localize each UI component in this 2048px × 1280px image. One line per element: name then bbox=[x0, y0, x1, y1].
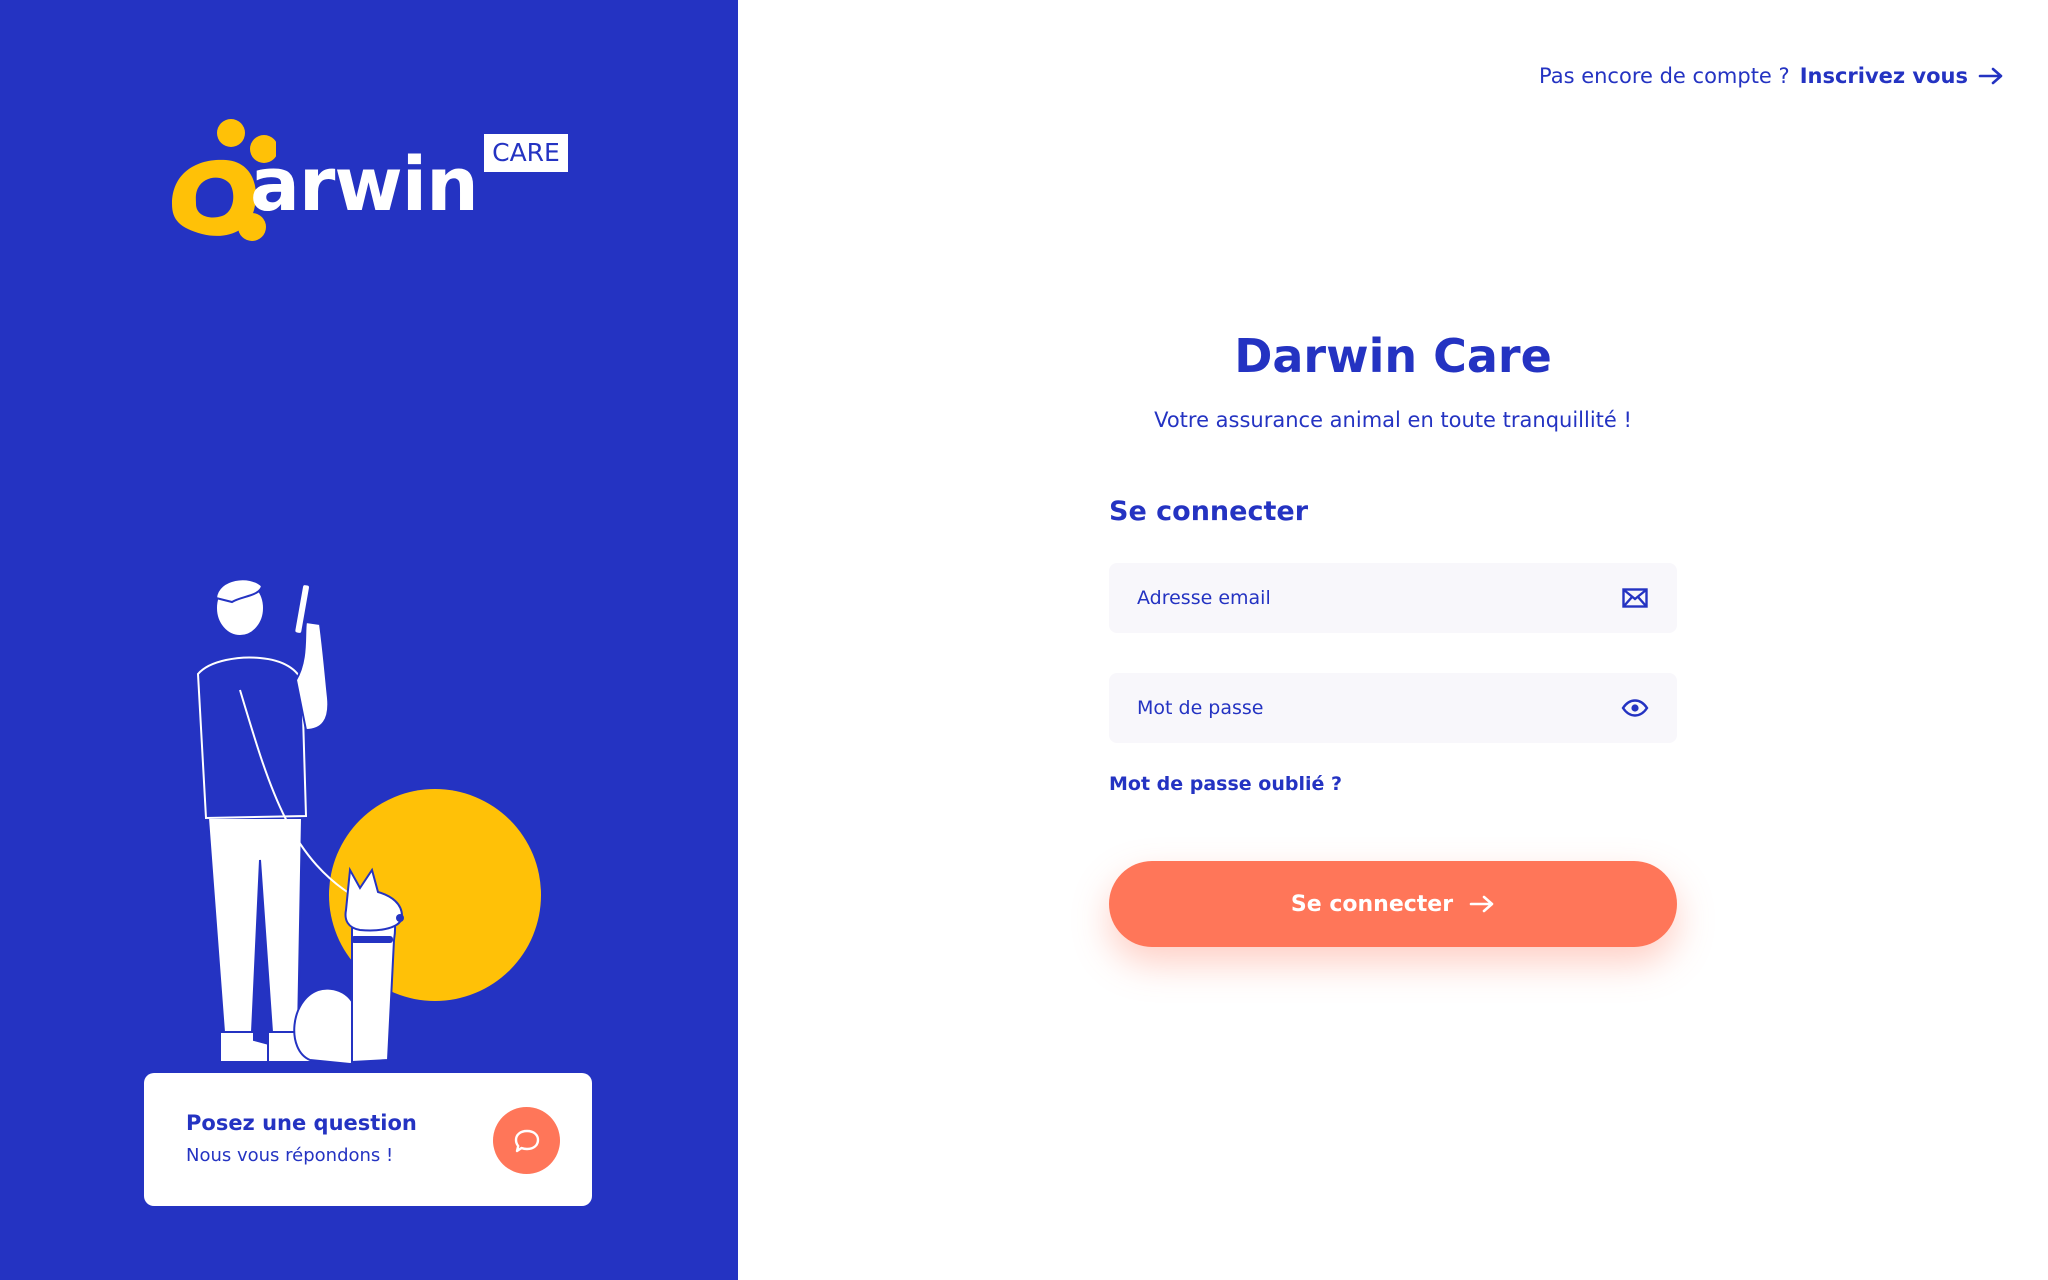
email-input[interactable] bbox=[1109, 563, 1677, 633]
signup-link[interactable]: Inscrivez vous bbox=[1800, 64, 2004, 88]
darwin-care-logo: arwin CARE bbox=[166, 116, 576, 246]
man-and-dog-illustration bbox=[180, 570, 560, 1080]
help-card-title: Posez une question bbox=[186, 1111, 417, 1135]
chat-bubble-icon bbox=[514, 1129, 539, 1152]
email-field-wrapper bbox=[1109, 563, 1677, 633]
login-form: Darwin Care Votre assurance animal en to… bbox=[1109, 320, 1677, 947]
arrow-right-icon bbox=[1978, 67, 2003, 85]
arrow-right-icon bbox=[1469, 895, 1494, 913]
brand-panel: arwin CARE Posez une question Nous vous … bbox=[0, 0, 738, 1280]
signup-link-label: Inscrivez vous bbox=[1799, 64, 1968, 88]
page-subtitle: Votre assurance animal en toute tranquil… bbox=[1154, 408, 1632, 432]
signup-prompt: Pas encore de compte ? bbox=[1539, 64, 1790, 88]
section-title: Se connecter bbox=[1109, 496, 1309, 527]
login-button[interactable]: Se connecter bbox=[1109, 861, 1677, 947]
logo-wordmark: arwin bbox=[250, 142, 479, 228]
signup-row: Pas encore de compte ? Inscrivez vous bbox=[1539, 64, 2004, 88]
envelope-icon bbox=[1621, 587, 1649, 609]
eye-icon[interactable] bbox=[1621, 697, 1649, 719]
forgot-password-link[interactable]: Mot de passe oublié ? bbox=[1109, 773, 1342, 795]
password-field-wrapper bbox=[1109, 673, 1677, 743]
page-title: Darwin Care bbox=[1234, 329, 1552, 383]
login-button-label: Se connecter bbox=[1290, 891, 1454, 917]
logo-care-badge: CARE bbox=[484, 134, 568, 172]
help-card: Posez une question Nous vous répondons ! bbox=[144, 1073, 592, 1206]
password-input[interactable] bbox=[1109, 673, 1677, 743]
help-card-subtitle: Nous vous répondons ! bbox=[186, 1145, 394, 1166]
chat-button[interactable] bbox=[493, 1107, 560, 1174]
